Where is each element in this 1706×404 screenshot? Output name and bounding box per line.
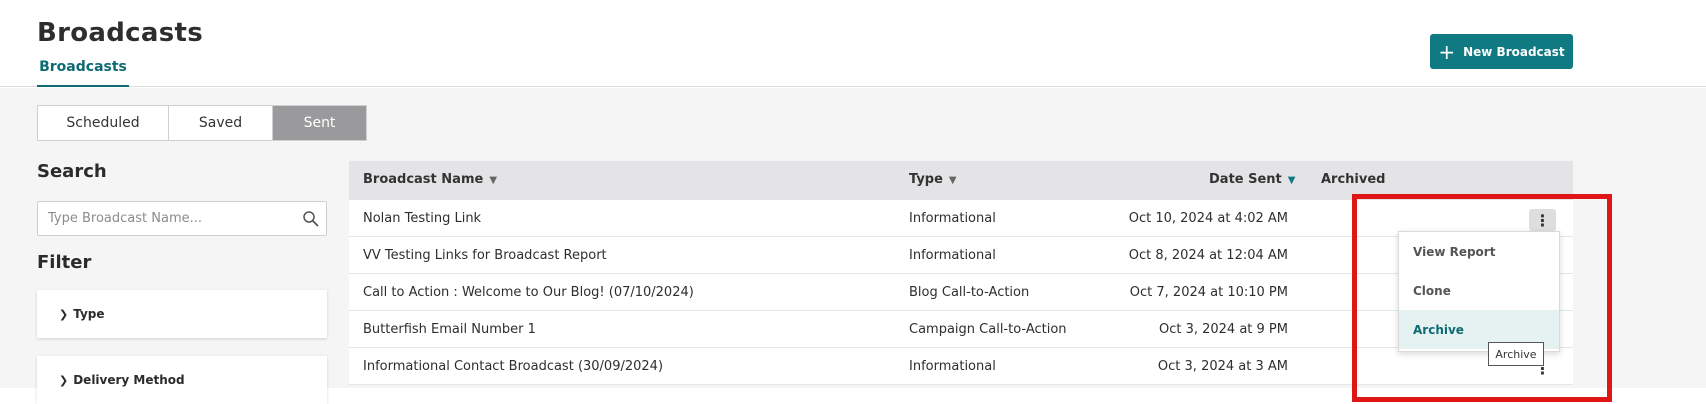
filter-heading: Filter (37, 252, 92, 273)
segment-saved[interactable]: Saved (169, 106, 273, 140)
broadcast-type: Informational (909, 211, 996, 226)
column-header-archived-label: Archived (1321, 172, 1386, 187)
broadcast-date: Oct 3, 2024 at 3 AM (1157, 359, 1288, 374)
sort-arrow-icon: ▼ (489, 175, 498, 186)
filter-type[interactable]: ❯ Type (37, 290, 327, 338)
column-header-name[interactable]: Broadcast Name ▼ (363, 172, 497, 187)
menu-item-view-report[interactable]: View Report (1399, 232, 1559, 271)
filter-delivery-method-label: Delivery Method (73, 373, 185, 387)
table-row[interactable]: Butterfish Email Number 1 Campaign Call-… (349, 311, 1573, 348)
broadcast-name[interactable]: Informational Contact Broadcast (30/09/2… (363, 359, 663, 374)
tab-broadcasts[interactable]: Broadcasts (37, 57, 129, 87)
broadcast-type: Campaign Call-to-Action (909, 322, 1067, 337)
archive-tooltip: Archive (1488, 342, 1544, 366)
table-row[interactable]: VV Testing Links for Broadcast Report In… (349, 237, 1573, 274)
table-header: Broadcast Name ▼ Type ▼ Date Sent ▼ Archive… (349, 161, 1573, 200)
column-header-type-label: Type (909, 172, 943, 187)
page-header: Broadcasts Broadcasts + New Broadcast (0, 0, 1706, 87)
segment-sent[interactable]: Sent (273, 106, 366, 140)
column-header-archived: Archived (1321, 172, 1386, 187)
broadcast-name[interactable]: VV Testing Links for Broadcast Report (363, 248, 607, 263)
search-field (37, 201, 327, 236)
chevron-down-icon: ❯ (59, 307, 69, 321)
status-segmented-control: Scheduled Saved Sent (37, 105, 367, 141)
table-row[interactable]: Nolan Testing Link Informational Oct 10,… (349, 200, 1573, 237)
broadcast-name[interactable]: Nolan Testing Link (363, 211, 481, 226)
broadcast-date: Oct 3, 2024 at 9 PM (1158, 322, 1288, 337)
column-header-type[interactable]: Type ▼ (909, 172, 957, 187)
column-header-name-label: Broadcast Name (363, 172, 484, 187)
column-header-date-label: Date Sent (1209, 172, 1282, 187)
table-row[interactable]: Informational Contact Broadcast (30/09/2… (349, 348, 1573, 385)
chevron-down-icon: ❯ (59, 373, 69, 387)
broadcast-name[interactable]: Butterfish Email Number 1 (363, 322, 536, 337)
plus-icon: + (1438, 39, 1456, 64)
broadcast-type: Blog Call-to-Action (909, 285, 1030, 300)
row-actions-menu: View Report Clone Archive (1398, 231, 1560, 352)
segment-scheduled[interactable]: Scheduled (38, 106, 169, 140)
broadcast-date: Oct 8, 2024 at 12:04 AM (1128, 248, 1288, 263)
filter-delivery-method[interactable]: ❯ Delivery Method (37, 356, 327, 404)
page-title: Broadcasts (37, 18, 203, 48)
column-header-date-sent[interactable]: Date Sent ▼ (1209, 172, 1295, 187)
table-row[interactable]: Call to Action : Welcome to Our Blog! (0… (349, 274, 1573, 311)
search-input[interactable] (38, 202, 288, 235)
new-broadcast-button[interactable]: + New Broadcast (1430, 34, 1573, 69)
broadcast-date: Oct 7, 2024 at 10:10 PM (1129, 285, 1288, 300)
menu-item-clone[interactable]: Clone (1399, 271, 1559, 310)
broadcast-name[interactable]: Call to Action : Welcome to Our Blog! (0… (363, 285, 694, 300)
filter-type-label: Type (73, 307, 105, 321)
sort-arrow-icon: ▼ (948, 175, 957, 186)
search-icon[interactable] (302, 210, 320, 228)
broadcast-type: Informational (909, 359, 996, 374)
new-broadcast-label: New Broadcast (1463, 44, 1565, 59)
broadcasts-table: Broadcast Name ▼ Type ▼ Date Sent ▼ Archive… (349, 161, 1573, 385)
more-options-icon[interactable]: ⋮ (1529, 209, 1556, 231)
broadcast-date: Oct 10, 2024 at 4:02 AM (1128, 211, 1288, 226)
sort-arrow-active-icon: ▼ (1287, 175, 1296, 186)
broadcast-type: Informational (909, 248, 996, 263)
search-heading: Search (37, 161, 107, 182)
